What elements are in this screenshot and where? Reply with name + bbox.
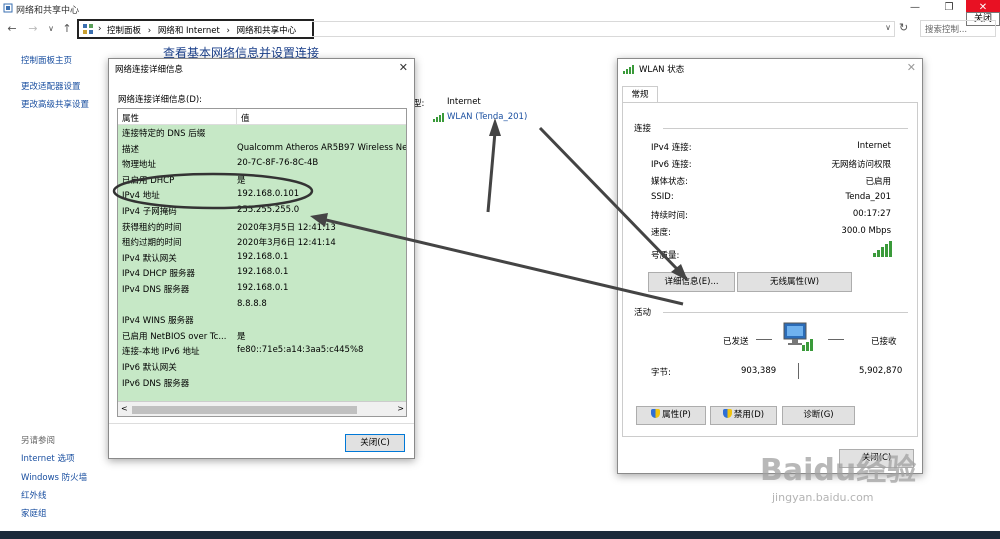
- arrow-head: [310, 213, 328, 227]
- taskbar[interactable]: [0, 531, 1000, 539]
- ipv4-highlight-ellipse: [112, 172, 314, 210]
- baidu-watermark: Baidu经验: [760, 453, 917, 488]
- arrow-to-ipv4-address: [325, 218, 684, 306]
- arrow-head: [489, 118, 501, 136]
- baidu-watermark-url: jingyan.baidu.com: [772, 491, 874, 504]
- arrow-to-wlan-link: [486, 131, 497, 213]
- arrow-to-details-button: [538, 126, 680, 272]
